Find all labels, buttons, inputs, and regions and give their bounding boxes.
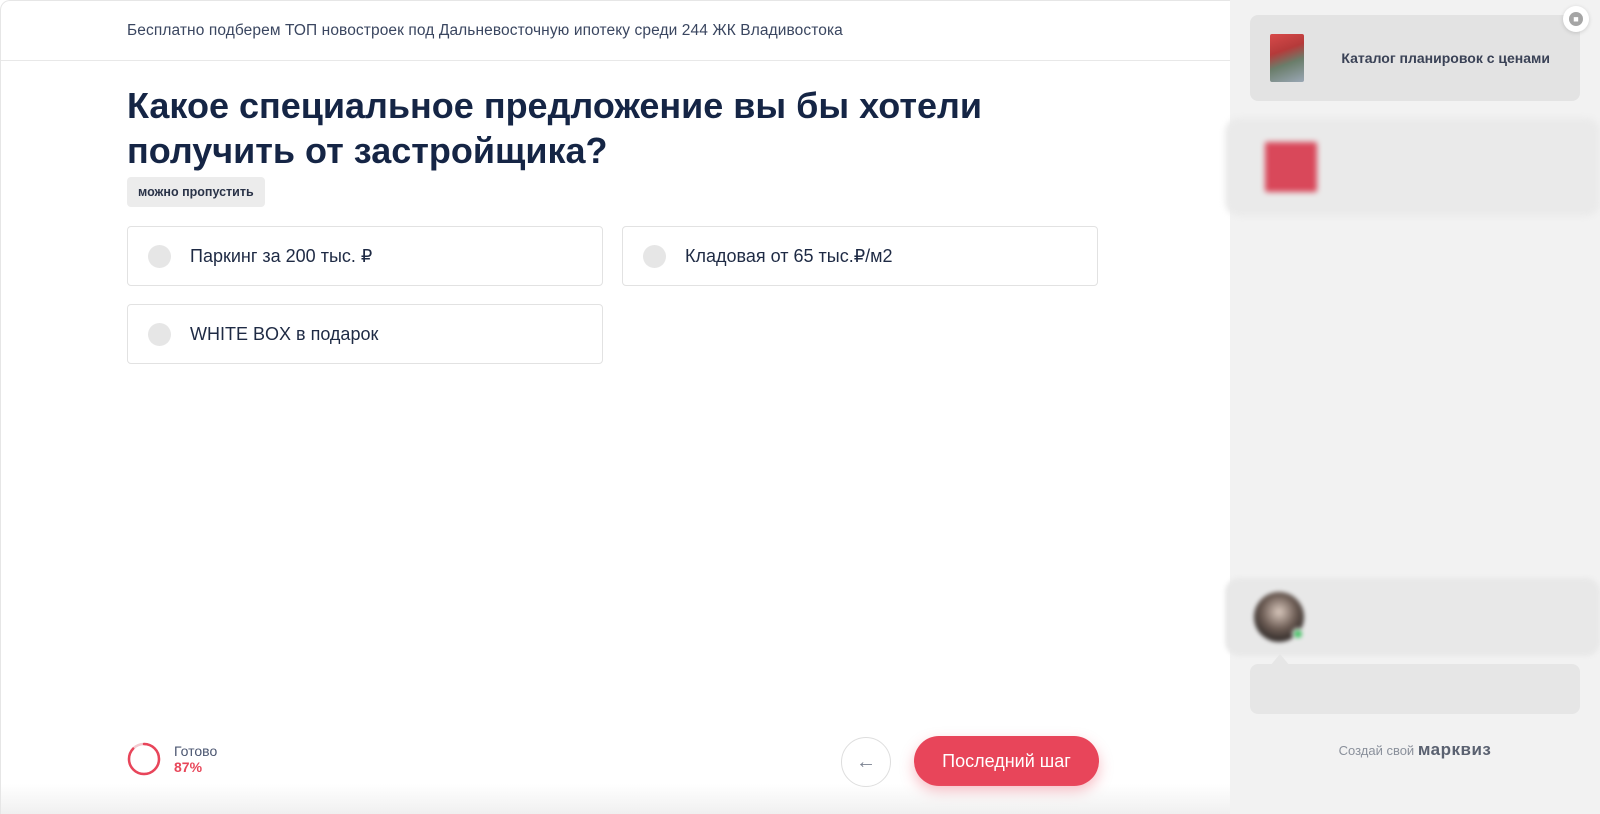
radio-circle-icon[interactable] (643, 244, 666, 268)
progress-indicator: Готово 87% (127, 742, 217, 776)
catalog-thumbnail (1270, 34, 1304, 82)
brand-link[interactable]: Создай свой марквиз (1230, 740, 1600, 760)
skip-badge: можно пропустить (127, 177, 265, 207)
chat-bubble (1250, 664, 1580, 714)
sidebar: Каталог планировок с ценами Создай свой … (1225, 0, 1600, 814)
bottom-fade (1, 784, 1231, 814)
brand-prefix: Создай свой (1338, 743, 1418, 758)
header-subtitle: Бесплатно подберем ТОП новостроек под Да… (127, 21, 843, 39)
option-parking[interactable]: Паркинг за 200 тыс. ₽ (127, 226, 603, 286)
brand-logo: марквиз (1417, 740, 1492, 759)
lock-button[interactable]: ■ (1563, 6, 1589, 32)
online-status-icon (1292, 628, 1304, 640)
option-white-box[interactable]: WHITE BOX в подарок (127, 304, 603, 364)
option-label: Паркинг за 200 тыс. ₽ (190, 245, 373, 266)
bonus-card-catalog: Каталог планировок с ценами (1250, 15, 1580, 101)
option-storage[interactable]: Кладовая от 65 тыс.₽/м2 (622, 226, 1098, 286)
next-step-button[interactable]: Последний шаг (914, 736, 1099, 786)
consultant-card (1225, 578, 1600, 656)
option-label: Кладовая от 65 тыс.₽/м2 (685, 245, 893, 266)
progress-ring-icon (127, 742, 161, 776)
radio-circle-icon[interactable] (148, 244, 171, 268)
progress-value: 87% (174, 759, 203, 775)
quiz-header: Бесплатно подберем ТОП новостроек под Да… (1, 1, 1230, 61)
bonus-card-locked (1225, 118, 1600, 216)
lock-icon: ■ (1569, 12, 1583, 26)
arrow-left-icon: ← (856, 750, 876, 773)
question-title: Какое специальное предложение вы бы хоте… (127, 85, 983, 171)
avatar (1254, 592, 1304, 642)
option-label: WHITE BOX в подарок (190, 323, 379, 344)
quiz-main-panel: Бесплатно подберем ТОП новостроек под Да… (0, 0, 1231, 814)
bonus-label: Каталог планировок с ценами (1341, 50, 1550, 66)
bonus-thumbnail (1265, 142, 1317, 192)
back-button[interactable]: ← (841, 737, 891, 787)
progress-label: Готово (174, 743, 218, 759)
radio-circle-icon[interactable] (148, 322, 171, 346)
